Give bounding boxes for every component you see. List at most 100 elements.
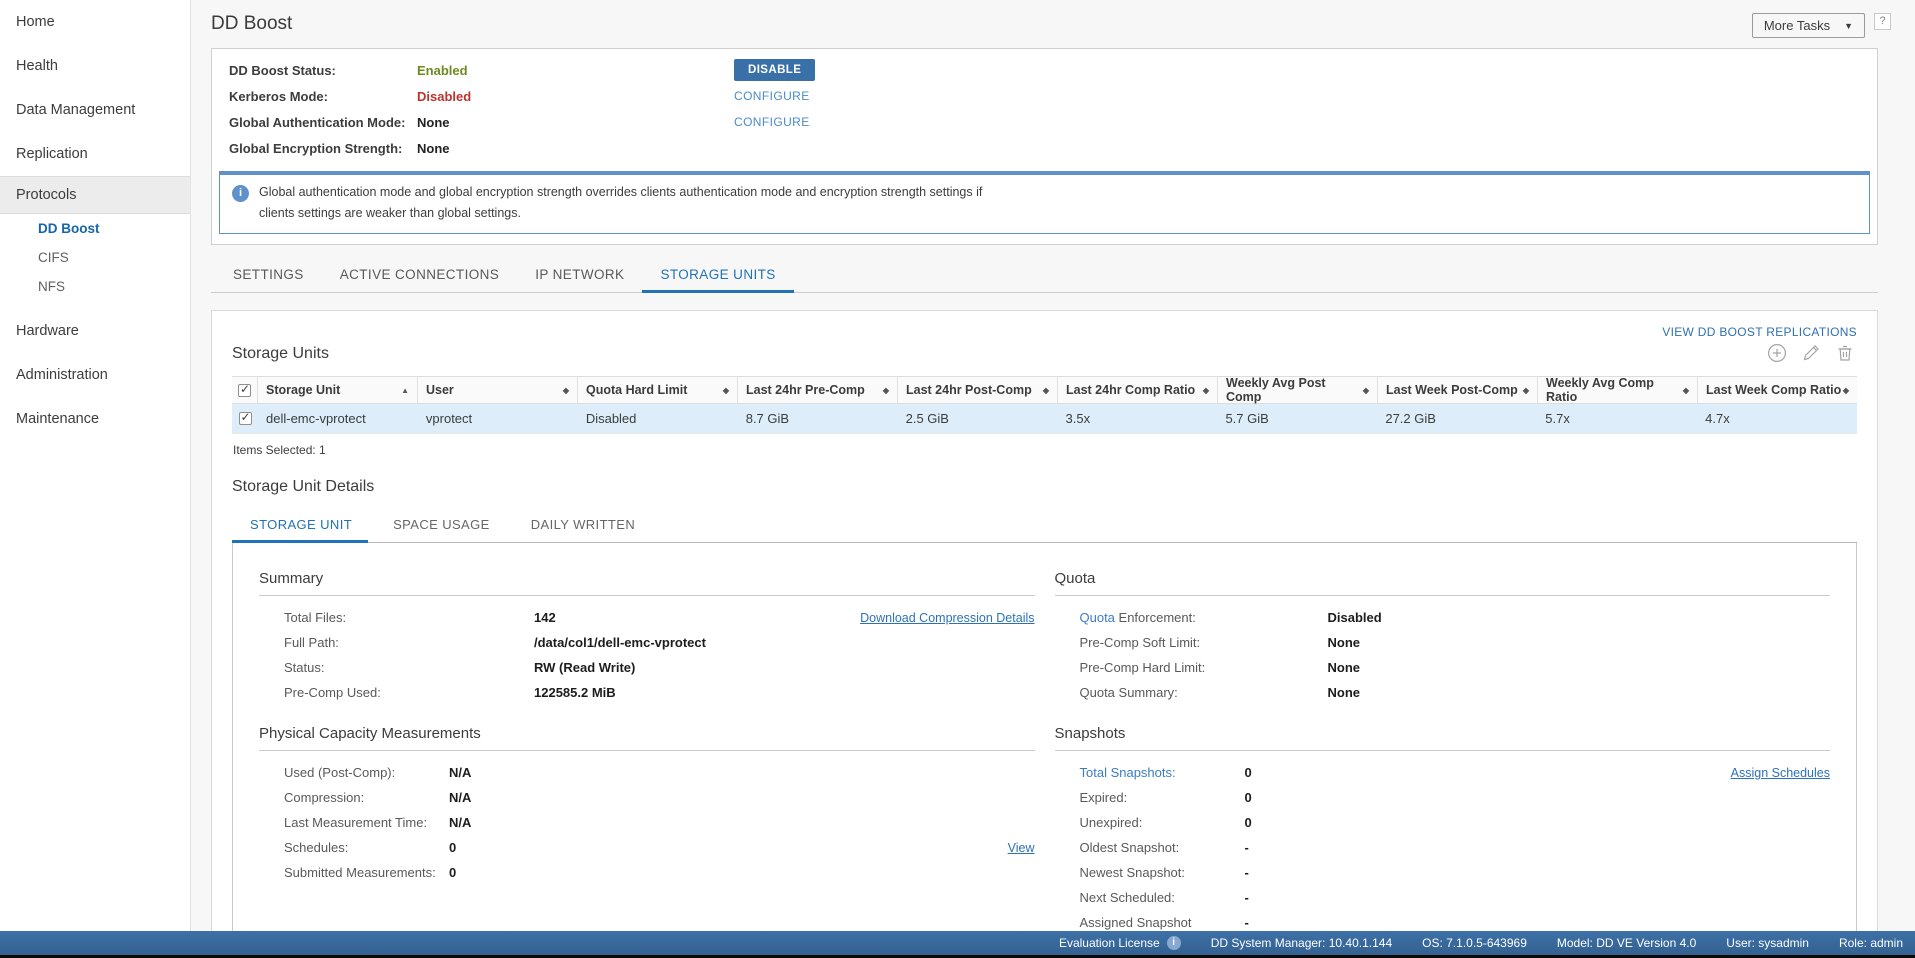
sidebar-item-maintenance[interactable]: Maintenance bbox=[0, 397, 190, 441]
tab-space-usage[interactable]: SPACE USAGE bbox=[391, 511, 492, 542]
unexpired-value: 0 bbox=[1245, 815, 1252, 830]
detail-label: Last Measurement Time: bbox=[284, 815, 449, 830]
column-label: Weekly Avg Post Comp bbox=[1226, 376, 1363, 404]
tab-active-connections[interactable]: ACTIVE CONNECTIONS bbox=[322, 259, 517, 292]
sort-ascending-icon[interactable]: ▲ bbox=[401, 386, 409, 395]
sort-icon[interactable]: ◆ bbox=[1523, 386, 1529, 395]
sort-icon[interactable]: ◆ bbox=[883, 386, 889, 395]
status-row-global-auth: Global Authentication Mode: None CONFIGU… bbox=[212, 109, 1877, 135]
sidebar-item-home[interactable]: Home bbox=[0, 0, 190, 44]
sidebar-item-health[interactable]: Health bbox=[0, 44, 190, 88]
configure-global-auth-link[interactable]: CONFIGURE bbox=[734, 115, 810, 129]
detail-label: Full Path: bbox=[284, 635, 534, 650]
oldest-snapshot-value: - bbox=[1245, 840, 1249, 855]
select-all-checkbox[interactable] bbox=[238, 384, 251, 397]
cell-last-24hr-post-comp: 2.5 GiB bbox=[898, 404, 1058, 433]
sidebar-item-cifs[interactable]: CIFS bbox=[0, 243, 190, 272]
sidebar-item-dd-boost[interactable]: DD Boost bbox=[0, 214, 190, 243]
sidebar-item-data-management[interactable]: Data Management bbox=[0, 88, 190, 132]
sort-icon[interactable]: ◆ bbox=[1043, 386, 1049, 395]
download-compression-details-link[interactable]: Download Compression Details bbox=[860, 611, 1034, 625]
snapshots-row-next-scheduled: Next Scheduled: - bbox=[1055, 890, 1831, 905]
tab-storage-unit[interactable]: STORAGE UNIT bbox=[248, 511, 354, 542]
column-label: User bbox=[426, 383, 454, 397]
assign-schedules-link[interactable]: Assign Schedules bbox=[1731, 766, 1830, 780]
user-role: Role: admin bbox=[1839, 936, 1903, 950]
detail-label: Status: bbox=[284, 660, 534, 675]
detail-label: Compression: bbox=[284, 790, 449, 805]
license-info-icon[interactable]: i bbox=[1167, 936, 1181, 950]
detail-label: Pre-Comp Hard Limit: bbox=[1080, 660, 1328, 675]
sidebar-item-nfs[interactable]: NFS bbox=[0, 272, 190, 301]
model-version: Model: DD VE Version 4.0 bbox=[1557, 936, 1696, 950]
quota-link[interactable]: Quota bbox=[1080, 610, 1115, 625]
sort-icon[interactable]: ◆ bbox=[1843, 386, 1849, 395]
expired-value: 0 bbox=[1245, 790, 1252, 805]
column-header-last-24hr-comp-ratio[interactable]: Last 24hr Comp Ratio ◆ bbox=[1058, 377, 1218, 403]
more-tasks-button[interactable]: More Tasks ▼ bbox=[1752, 13, 1865, 38]
logged-in-user: User: sysadmin bbox=[1726, 936, 1809, 950]
tab-settings[interactable]: SETTINGS bbox=[215, 259, 322, 292]
summary-row-full-path: Full Path: /data/col1/dell-emc-vprotect bbox=[259, 635, 1035, 650]
edit-storage-unit-icon[interactable] bbox=[1801, 343, 1821, 363]
delete-storage-unit-icon[interactable] bbox=[1835, 343, 1855, 363]
pre-comp-hard-limit-value: None bbox=[1328, 660, 1361, 675]
info-icon: i bbox=[232, 185, 249, 202]
dd-boost-tabs: SETTINGS ACTIVE CONNECTIONS IP NETWORK S… bbox=[211, 259, 1878, 293]
column-label: Last 24hr Comp Ratio bbox=[1066, 383, 1195, 397]
page-title: DD Boost bbox=[211, 13, 292, 35]
configure-kerberos-link[interactable]: CONFIGURE bbox=[734, 89, 810, 103]
table-row[interactable]: dell-emc-vprotect vprotect Disabled 8.7 … bbox=[232, 404, 1857, 434]
pcm-row-used-post-comp: Used (Post-Comp): N/A bbox=[259, 765, 1035, 780]
schedules-value: 0 bbox=[449, 840, 456, 855]
table-header-row: Storage Unit ▲ User ◆ Quota Hard Limit ◆… bbox=[232, 376, 1857, 404]
detail-label: Used (Post-Comp): bbox=[284, 765, 449, 780]
quota-enforcement-label: Enforcement: bbox=[1115, 610, 1196, 625]
add-storage-unit-icon[interactable] bbox=[1767, 343, 1787, 363]
detail-label: Quota Summary: bbox=[1080, 685, 1328, 700]
column-header-weekly-avg-post-comp[interactable]: Weekly Avg Post Comp ◆ bbox=[1218, 377, 1378, 403]
detail-label: Next Scheduled: bbox=[1080, 890, 1245, 905]
column-header-quota-hard-limit[interactable]: Quota Hard Limit ◆ bbox=[578, 377, 738, 403]
sidebar-item-replication[interactable]: Replication bbox=[0, 132, 190, 176]
sort-icon[interactable]: ◆ bbox=[1203, 386, 1209, 395]
sort-icon[interactable]: ◆ bbox=[1363, 386, 1369, 395]
detail-label: Expired: bbox=[1080, 790, 1245, 805]
tab-daily-written[interactable]: DAILY WRITTEN bbox=[529, 511, 637, 542]
sort-icon[interactable]: ◆ bbox=[1683, 386, 1689, 395]
view-dd-boost-replications-link[interactable]: VIEW DD BOOST REPLICATIONS bbox=[1662, 325, 1857, 339]
tab-storage-units[interactable]: STORAGE UNITS bbox=[642, 259, 793, 292]
detail-label: Submitted Measurements: bbox=[284, 865, 449, 880]
quota-heading: Quota bbox=[1055, 570, 1831, 596]
disable-button[interactable]: DISABLE bbox=[734, 59, 815, 81]
sidebar-item-hardware[interactable]: Hardware bbox=[0, 309, 190, 353]
submitted-measurements-value: 0 bbox=[449, 865, 456, 880]
pcm-row-last-measurement: Last Measurement Time: N/A bbox=[259, 815, 1035, 830]
page-header: DD Boost More Tasks ▼ ? bbox=[191, 0, 1915, 38]
header-actions: More Tasks ▼ ? bbox=[1752, 13, 1891, 38]
cell-user: vprotect bbox=[418, 404, 578, 433]
cell-last-week-comp-ratio: 4.7x bbox=[1697, 404, 1857, 433]
used-post-comp-value: N/A bbox=[449, 765, 471, 780]
global-encryption-value: None bbox=[417, 141, 734, 156]
tab-ip-network[interactable]: IP NETWORK bbox=[517, 259, 642, 292]
cell-last-24hr-pre-comp: 8.7 GiB bbox=[738, 404, 898, 433]
column-header-storage-unit[interactable]: Storage Unit ▲ bbox=[258, 377, 418, 403]
help-button[interactable]: ? bbox=[1874, 13, 1891, 30]
row-checkbox[interactable] bbox=[239, 412, 252, 425]
column-header-weekly-avg-comp-ratio[interactable]: Weekly Avg Comp Ratio ◆ bbox=[1538, 377, 1698, 403]
column-header-last-week-comp-ratio[interactable]: Last Week Comp Ratio ◆ bbox=[1698, 377, 1857, 403]
sort-icon[interactable]: ◆ bbox=[723, 386, 729, 395]
column-header-last-24hr-post-comp[interactable]: Last 24hr Post-Comp ◆ bbox=[898, 377, 1058, 403]
sort-icon[interactable]: ◆ bbox=[563, 386, 569, 395]
column-header-user[interactable]: User ◆ bbox=[418, 377, 578, 403]
sidebar-item-administration[interactable]: Administration bbox=[0, 353, 190, 397]
total-snapshots-link[interactable]: Total Snapshots: bbox=[1080, 765, 1245, 780]
view-schedules-link[interactable]: View bbox=[1008, 841, 1035, 855]
sidebar-item-protocols[interactable]: Protocols bbox=[0, 176, 190, 214]
storage-units-card: VIEW DD BOOST REPLICATIONS Storage Units bbox=[211, 310, 1878, 931]
column-header-last-24hr-pre-comp[interactable]: Last 24hr Pre-Comp ◆ bbox=[738, 377, 898, 403]
storage-units-header-row: Storage Units bbox=[232, 343, 1857, 363]
column-header-last-week-post-comp[interactable]: Last Week Post-Comp ◆ bbox=[1378, 377, 1538, 403]
items-selected-count: Items Selected: 1 bbox=[233, 443, 1857, 457]
